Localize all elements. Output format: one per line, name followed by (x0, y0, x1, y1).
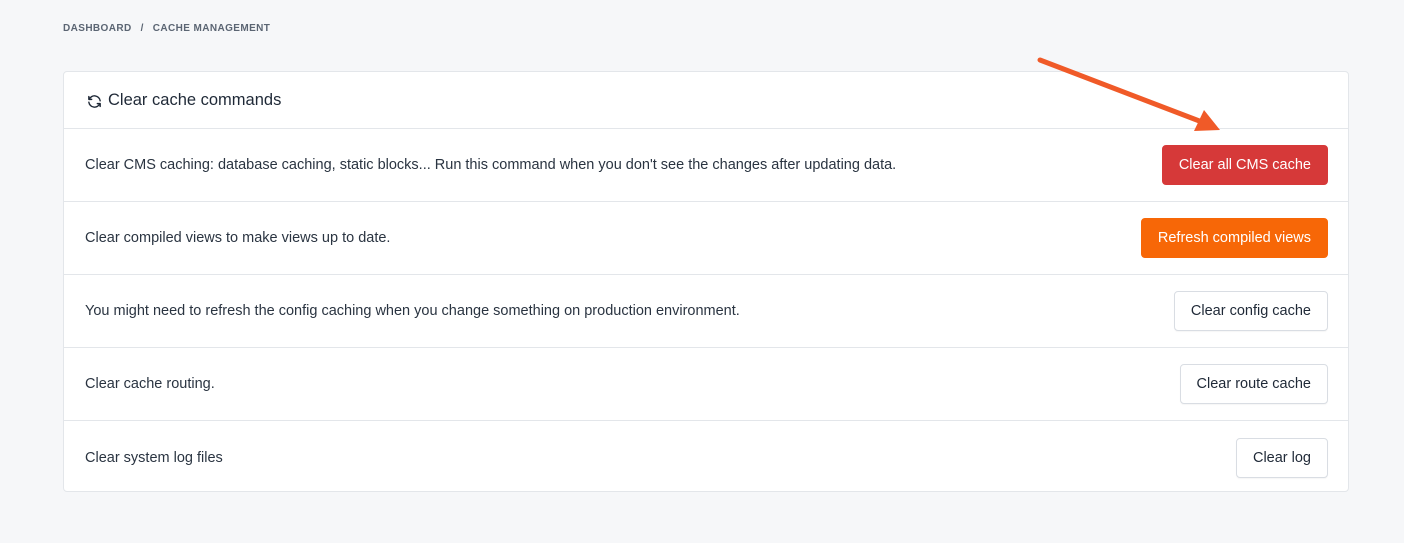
breadcrumb-separator: / (140, 23, 144, 34)
breadcrumb-dashboard-link[interactable]: DASHBOARD (63, 23, 132, 34)
command-row-route-cache: Clear cache routing. Clear route cache (64, 348, 1348, 421)
cache-commands-card: Clear cache commands Clear CMS caching: … (63, 71, 1349, 492)
clear-config-cache-button[interactable]: Clear config cache (1173, 291, 1328, 331)
command-description: Clear compiled views to make views up to… (85, 230, 391, 246)
command-description: Clear CMS caching: database caching, sta… (85, 157, 897, 173)
command-description: Clear cache routing. (85, 376, 215, 392)
clear-all-cms-cache-button[interactable]: Clear all CMS cache (1161, 145, 1328, 185)
refresh-compiled-views-button[interactable]: Refresh compiled views (1140, 218, 1328, 258)
card-header: Clear cache commands (64, 72, 1348, 129)
command-row-config-cache: You might need to refresh the config cac… (64, 275, 1348, 348)
breadcrumb-current: CACHE MANAGEMENT (152, 23, 271, 34)
card-title: Clear cache commands (108, 90, 282, 109)
refresh-icon (85, 93, 103, 111)
command-description: You might need to refresh the config cac… (85, 303, 740, 319)
clear-log-button[interactable]: Clear log (1235, 437, 1328, 478)
command-row-cms-cache: Clear CMS caching: database caching, sta… (64, 129, 1348, 202)
command-row-compiled-views: Clear compiled views to make views up to… (64, 202, 1348, 275)
command-row-log: Clear system log files Clear log (64, 421, 1348, 494)
clear-route-cache-button[interactable]: Clear route cache (1179, 364, 1328, 404)
command-description: Clear system log files (85, 449, 223, 466)
breadcrumb: DASHBOARD / CACHE MANAGEMENT (63, 23, 270, 34)
